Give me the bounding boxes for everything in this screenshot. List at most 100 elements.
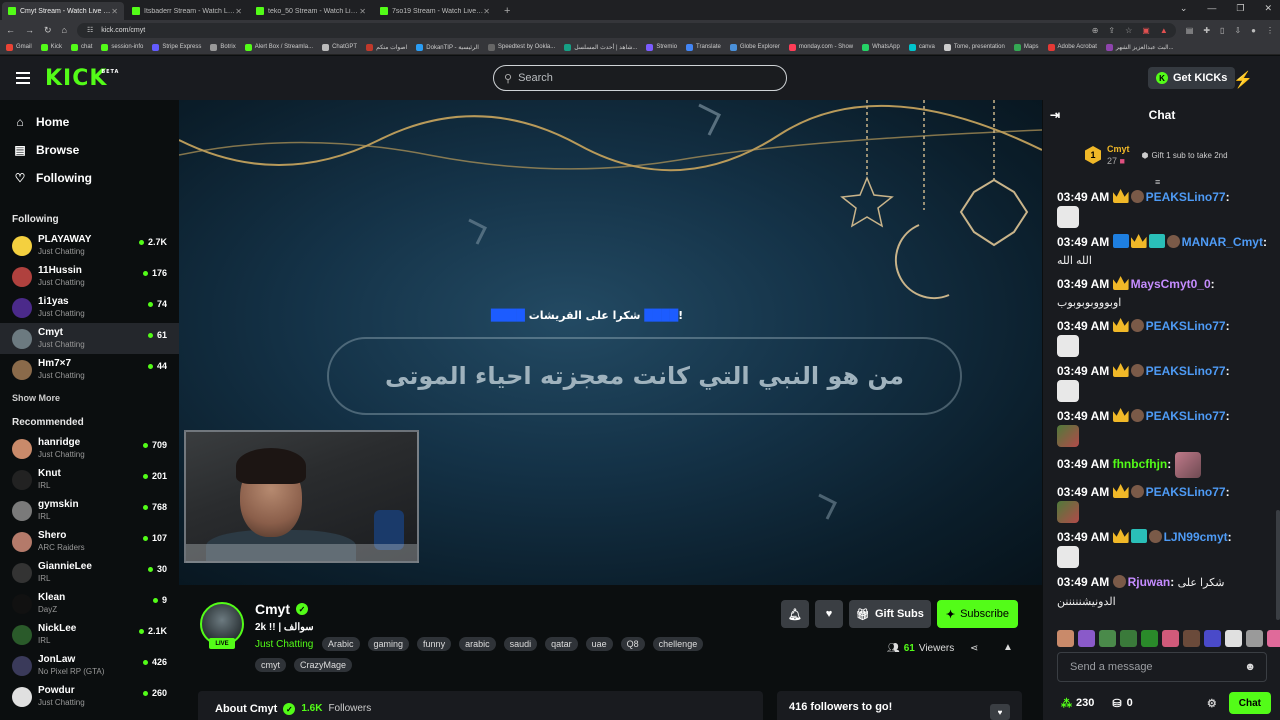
subscribe-button[interactable]: ✦ Subscribe bbox=[936, 600, 1018, 628]
search-input[interactable] bbox=[518, 72, 759, 84]
chat-input-box[interactable]: ☻ bbox=[1057, 652, 1267, 682]
channel-name[interactable]: Cmyt ✓ bbox=[255, 601, 309, 617]
extension-icon[interactable]: ▣ bbox=[1142, 26, 1150, 35]
minimize-button[interactable]: — bbox=[1207, 3, 1216, 14]
close-tab-icon[interactable]: ✕ bbox=[235, 7, 242, 16]
share-icon[interactable]: ⋖ bbox=[970, 643, 978, 654]
bookmark-item[interactable]: chat bbox=[71, 43, 92, 51]
sidebar-nav-following[interactable]: ♡ Following bbox=[0, 164, 179, 192]
tag-chip[interactable]: gaming bbox=[367, 637, 410, 651]
close-tab-icon[interactable]: ✕ bbox=[359, 7, 366, 16]
quick-emote-icon[interactable] bbox=[1099, 630, 1116, 647]
tag-chip[interactable]: arabic bbox=[459, 637, 496, 651]
maximize-button[interactable]: ❐ bbox=[1236, 3, 1244, 14]
chat-filter-icon[interactable]: ≡ bbox=[1155, 177, 1160, 187]
sidebar-channel[interactable]: 1i1yas Just Chatting 74 bbox=[0, 292, 179, 323]
tag-chip[interactable]: CrazyMage bbox=[294, 658, 353, 672]
quick-emote-icon[interactable] bbox=[1204, 630, 1221, 647]
sidebar-nav-browse[interactable]: ▤ Browse bbox=[0, 136, 179, 164]
sidebar-channel[interactable]: Powdur Just Chatting 260 bbox=[0, 681, 179, 712]
bookmark-star-icon[interactable]: ☆ bbox=[1125, 26, 1132, 35]
quick-emote-icon[interactable] bbox=[1246, 630, 1263, 647]
bookmark-item[interactable]: monday.com - Show bbox=[788, 43, 853, 51]
show-more-link[interactable]: Show More bbox=[0, 393, 179, 403]
quick-emote-icon[interactable] bbox=[1057, 630, 1074, 647]
downloads-icon[interactable]: ⇩ bbox=[1234, 26, 1241, 35]
adblock-icon[interactable]: ▲ bbox=[1160, 26, 1168, 35]
home-icon[interactable]: ⌂ bbox=[62, 25, 67, 35]
chat-username[interactable]: PEAKSLino77 bbox=[1146, 364, 1226, 378]
sidebar-channel[interactable]: GiannieLee IRL 30 bbox=[0, 557, 179, 588]
kick-logo[interactable]: KICK BETA bbox=[45, 66, 118, 91]
back-icon[interactable]: ← bbox=[6, 25, 15, 35]
bookmark-item[interactable]: Tome, presentation bbox=[943, 43, 1005, 51]
quick-emote-icon[interactable] bbox=[1225, 630, 1242, 647]
browser-tab[interactable]: Cmyt Stream - Watch Live on Kick✕ bbox=[2, 2, 124, 20]
bookmark-item[interactable]: Globe Explorer bbox=[729, 43, 780, 51]
chat-username[interactable]: PEAKSLino77 bbox=[1146, 319, 1226, 333]
tab-search-icon[interactable]: ⌄ bbox=[1180, 3, 1188, 14]
chat-username[interactable]: MANAR_Cmyt bbox=[1182, 235, 1263, 249]
bookmark-item[interactable]: Botrix bbox=[210, 43, 236, 51]
tag-chip[interactable]: cmyt bbox=[255, 658, 286, 672]
emoji-icon[interactable]: ☻ bbox=[1244, 661, 1256, 673]
quick-emote-icon[interactable] bbox=[1120, 630, 1137, 647]
chat-scrollbar[interactable] bbox=[1276, 510, 1280, 620]
tag-chip[interactable]: uae bbox=[585, 637, 613, 651]
bookmark-item[interactable]: البث عبدالعزيز الشهر... bbox=[1105, 43, 1174, 51]
chat-message-input[interactable] bbox=[1070, 661, 1240, 673]
menu-icon[interactable]: ⋮ bbox=[1266, 26, 1274, 35]
sidebar-channel[interactable]: gymskin IRL 768 bbox=[0, 495, 179, 526]
tag-chip[interactable]: chellenge bbox=[652, 637, 704, 651]
lightning-icon[interactable]: ⚡ bbox=[1233, 70, 1253, 90]
chat-settings-icon[interactable]: ⚙ bbox=[1207, 697, 1217, 710]
close-tab-icon[interactable]: ✕ bbox=[111, 7, 118, 16]
forward-icon[interactable]: → bbox=[25, 25, 34, 35]
notification-bell-button[interactable]: 🔔︎ bbox=[781, 600, 809, 628]
bookmark-item[interactable]: Translate bbox=[686, 43, 721, 51]
sidebar-channel[interactable]: 11Hussin Just Chatting 176 bbox=[0, 261, 179, 292]
tag-chip[interactable]: Q8 bbox=[620, 637, 645, 651]
tag-chip[interactable]: qatar bbox=[545, 637, 578, 651]
sidebar-channel[interactable]: Klean DayZ 9 bbox=[0, 588, 179, 619]
bookmark-item[interactable]: session-info bbox=[101, 43, 143, 51]
share-page-icon[interactable]: ⇪ bbox=[1108, 26, 1115, 35]
video-player[interactable]: !████ شكرا على القريشات ████ من هو النبي… bbox=[179, 100, 1042, 585]
bookmark-item[interactable]: canva bbox=[908, 43, 935, 51]
follow-button[interactable]: ♥ bbox=[815, 600, 843, 628]
goal-heart-icon[interactable]: ♥ bbox=[990, 704, 1010, 720]
sidebar-channel[interactable]: Shero ARC Raiders 107 bbox=[0, 526, 179, 557]
bookmark-item[interactable]: شاهد | أحدث المسلسل... bbox=[564, 43, 637, 51]
sidebar-nav-home[interactable]: ⌂ Home bbox=[0, 108, 179, 136]
sidebar-channel[interactable]: JonLaw No Pixel RP (GTA) 426 bbox=[0, 650, 179, 681]
tag-chip[interactable]: Arabic bbox=[322, 637, 360, 651]
bookmark-item[interactable]: Kick bbox=[40, 43, 62, 51]
gift-leaderboard[interactable]: 1 Cmyt 27 ■ ⬢ Gift 1 sub to take 2nd bbox=[1043, 136, 1280, 174]
collapse-chat-icon[interactable]: ⇥ bbox=[1050, 108, 1060, 122]
gift-subs-button[interactable]: 🎁︎ Gift Subs bbox=[849, 600, 931, 628]
send-chat-button[interactable]: Chat bbox=[1228, 692, 1271, 714]
quick-emote-icon[interactable] bbox=[1141, 630, 1158, 647]
chat-username[interactable]: LJN99cmyt bbox=[1164, 530, 1228, 544]
tag-chip[interactable]: saudi bbox=[503, 637, 538, 651]
quick-emote-icon[interactable] bbox=[1183, 630, 1200, 647]
search-box[interactable]: ⚲ bbox=[493, 65, 787, 91]
address-bar[interactable]: ☷ kick.com/cmyt ⊕ ⇪ ☆ ▣ ▲ bbox=[76, 22, 1176, 38]
bookmark-item[interactable]: Gmail bbox=[6, 43, 32, 51]
profile-icon[interactable]: ● bbox=[1251, 26, 1256, 35]
bookmark-item[interactable]: Adobe Acrobat bbox=[1047, 43, 1097, 51]
browser-tab[interactable]: teko_50 Stream - Watch Live on Kick✕ bbox=[250, 2, 372, 20]
new-tab-button[interactable]: + bbox=[504, 2, 510, 20]
menu-toggle-icon[interactable] bbox=[16, 72, 30, 84]
chat-username[interactable]: PEAKSLino77 bbox=[1146, 409, 1226, 423]
chat-username[interactable]: fhnbcfhjn bbox=[1113, 457, 1168, 471]
close-window-button[interactable]: ✕ bbox=[1264, 3, 1272, 14]
chat-username[interactable]: PEAKSLino77 bbox=[1146, 485, 1226, 499]
get-kicks-button[interactable]: K Get KICKs bbox=[1148, 67, 1236, 89]
stream-category-link[interactable]: Just Chatting bbox=[255, 639, 313, 650]
bookmark-item[interactable]: Maps bbox=[1013, 43, 1039, 51]
close-tab-icon[interactable]: ✕ bbox=[483, 7, 490, 16]
extension-icon[interactable]: ▤ bbox=[1186, 26, 1194, 35]
chat-username[interactable]: PEAKSLino77 bbox=[1146, 190, 1226, 204]
tag-chip[interactable]: funny bbox=[417, 637, 452, 651]
